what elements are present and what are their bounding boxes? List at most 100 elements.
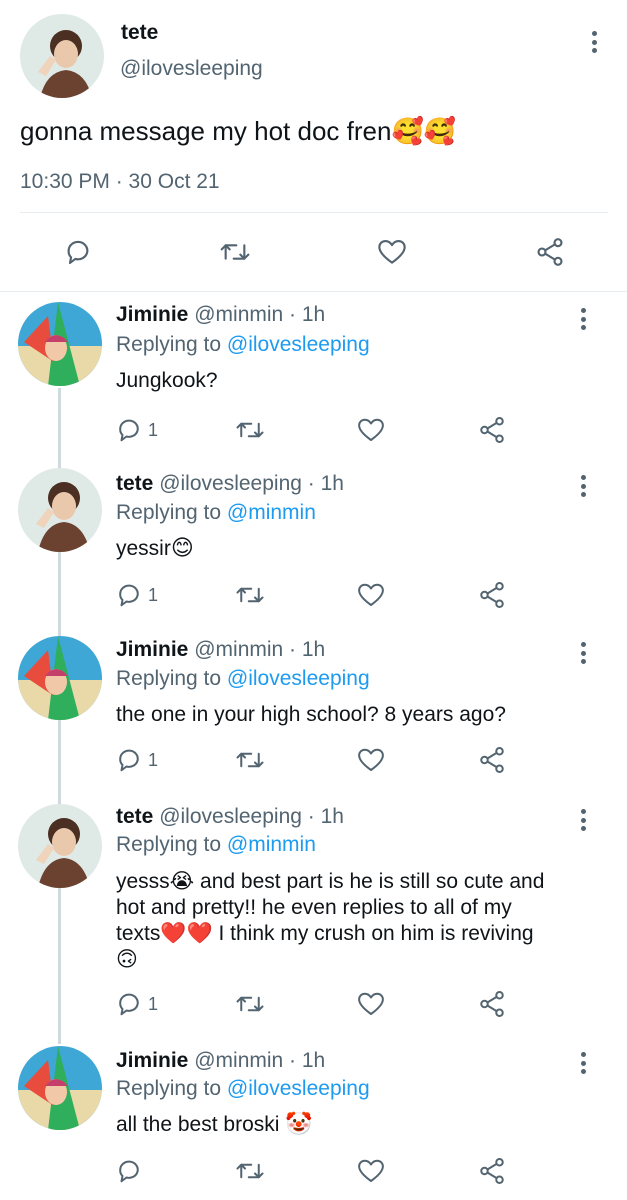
heart-icon: [378, 240, 406, 264]
reply-text: all the best broski 🤡: [116, 1113, 313, 1137]
reply-button[interactable]: [62, 236, 94, 268]
reply-count: 1: [148, 419, 159, 440]
retweet-icon: [236, 587, 264, 603]
like-button[interactable]: [355, 989, 387, 1019]
timestamp[interactable]: 10:30 PM · 30 Oct 21: [20, 170, 220, 194]
main-tweet: tete @ilovesleeping gonna message my hot…: [0, 0, 627, 292]
replying-to: Replying to @minmin: [116, 501, 316, 525]
reply-text-emoji: 😊: [170, 535, 194, 560]
reply-icon: [119, 419, 139, 442]
retweet-button[interactable]: [234, 1156, 266, 1186]
reply-text-body: all the best broski: [116, 1113, 280, 1136]
reply-text-emoji: 🤡: [285, 1111, 313, 1136]
like-button[interactable]: [355, 415, 387, 445]
replying-to-label: Replying to: [116, 1077, 222, 1100]
handle-and-time[interactable]: @minmin · 1h: [194, 1049, 325, 1072]
share-button[interactable]: [476, 989, 508, 1019]
reply-button[interactable]: [114, 1156, 148, 1186]
display-name[interactable]: tete: [116, 805, 153, 828]
retweet-icon: [236, 1163, 264, 1179]
avatar[interactable]: [18, 1046, 102, 1130]
retweet-icon: [236, 752, 264, 768]
more-options-icon[interactable]: [573, 640, 593, 666]
handle[interactable]: @ilovesleeping: [120, 57, 263, 81]
share-icon: [480, 991, 504, 1017]
display-name[interactable]: tete: [116, 472, 153, 495]
handle-and-time[interactable]: @ilovesleeping · 1h: [159, 472, 344, 495]
reply-count: 1: [148, 584, 159, 605]
replying-to-handle[interactable]: @ilovesleeping: [227, 333, 370, 356]
share-icon: [480, 1158, 504, 1184]
reply-text: the one in your high school? 8 years ago…: [116, 703, 506, 726]
handle-and-time[interactable]: @ilovesleeping · 1h: [159, 805, 344, 828]
share-button[interactable]: [533, 236, 567, 268]
reply-button[interactable]: 1: [114, 745, 158, 775]
replying-to-label: Replying to: [116, 501, 222, 524]
display-name[interactable]: tete: [121, 21, 158, 45]
replying-to-label: Replying to: [116, 833, 222, 856]
reply-text-line: 🙃: [116, 948, 138, 971]
heart-icon: [358, 418, 384, 441]
like-button[interactable]: [355, 745, 387, 775]
reply-button[interactable]: 1: [114, 989, 158, 1019]
tweet-text: gonna message my hot doc fren🥰🥰: [20, 116, 456, 147]
reply-icon: [67, 240, 89, 264]
more-options-icon[interactable]: [573, 807, 593, 833]
reply-button[interactable]: 1: [114, 415, 158, 445]
share-button[interactable]: [476, 745, 508, 775]
share-button[interactable]: [476, 580, 508, 610]
reply-text-line: yesss😭 and best part is he is still so c…: [116, 870, 545, 893]
replying-to-handle[interactable]: @ilovesleeping: [227, 1077, 370, 1100]
retweet-button[interactable]: [234, 989, 266, 1019]
like-button[interactable]: [355, 580, 387, 610]
replying-to-handle[interactable]: @minmin: [227, 501, 316, 524]
retweet-button[interactable]: [234, 580, 266, 610]
more-options-icon[interactable]: [573, 473, 593, 499]
replying-to: Replying to @minmin: [116, 833, 316, 857]
replying-to: Replying to @ilovesleeping: [116, 1077, 370, 1101]
retweet-button[interactable]: [234, 745, 266, 775]
display-name[interactable]: Jiminie: [116, 303, 188, 326]
reply-count: 1: [148, 993, 159, 1014]
reply-tweet: Jiminie @minmin · 1h Replying to @iloves…: [0, 292, 627, 460]
more-options-icon[interactable]: [573, 306, 593, 332]
more-options-icon[interactable]: [573, 1050, 593, 1076]
like-button[interactable]: [355, 1156, 387, 1186]
reply-icon: [119, 1160, 139, 1183]
handle-and-time[interactable]: @minmin · 1h: [194, 638, 325, 661]
avatar[interactable]: [18, 468, 102, 552]
like-button[interactable]: [375, 236, 409, 268]
reply-button[interactable]: 1: [114, 580, 158, 610]
avatar[interactable]: [18, 302, 102, 386]
reply-text-line: texts❤️❤️ I think my crush on him is rev…: [116, 922, 534, 945]
heart-icon: [358, 748, 384, 771]
share-button[interactable]: [476, 1156, 508, 1186]
share-icon: [480, 417, 504, 443]
retweet-icon: [236, 422, 264, 438]
retweet-button[interactable]: [218, 236, 252, 268]
more-options-icon[interactable]: [584, 29, 604, 55]
divider: [20, 212, 608, 213]
avatar[interactable]: [18, 804, 102, 888]
display-name[interactable]: Jiminie: [116, 1049, 188, 1072]
handle-and-time[interactable]: @minmin · 1h: [194, 303, 325, 326]
reply-text: Jungkook?: [116, 369, 218, 392]
share-icon: [537, 238, 563, 266]
reply-tweet: tete @ilovesleeping · 1h Replying to @mi…: [0, 460, 627, 628]
reply-icon: [119, 749, 139, 772]
replying-to-label: Replying to: [116, 333, 222, 356]
share-icon: [480, 747, 504, 773]
reply-header: tete @ilovesleeping · 1h: [116, 472, 344, 496]
share-button[interactable]: [476, 415, 508, 445]
replying-to-handle[interactable]: @ilovesleeping: [227, 667, 370, 690]
reply-text: yesss😭 and best part is he is still so c…: [116, 869, 544, 973]
heart-icon: [358, 1159, 384, 1182]
replying-to: Replying to @ilovesleeping: [116, 667, 370, 691]
display-name[interactable]: Jiminie: [116, 638, 188, 661]
heart-icon: [358, 583, 384, 606]
avatar[interactable]: [18, 636, 102, 720]
replying-to-handle[interactable]: @minmin: [227, 833, 316, 856]
reply-text-body: yessir: [116, 537, 171, 560]
avatar[interactable]: [20, 14, 104, 98]
retweet-button[interactable]: [234, 415, 266, 445]
